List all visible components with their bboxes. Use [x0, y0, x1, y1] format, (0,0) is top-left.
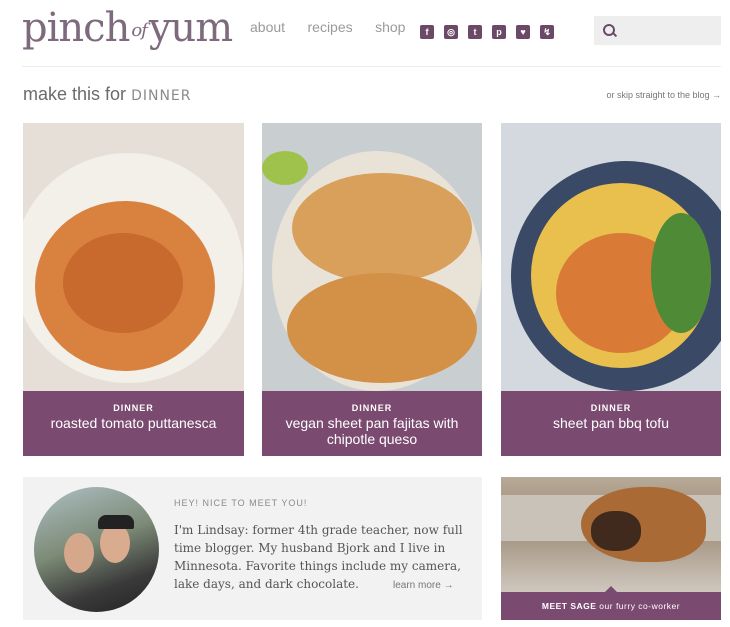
dog [581, 487, 706, 562]
logo-text-of: of [131, 20, 147, 41]
sage-photo [501, 477, 721, 592]
section-title-category[interactable]: DINNER [131, 88, 191, 104]
sage-caption-bold: MEET SAGE [541, 601, 597, 611]
nav-item-about[interactable]: about [250, 19, 285, 35]
recipe-name: roasted tomato puttanesca [50, 415, 217, 431]
recipe-photo-puttanesca[interactable] [23, 123, 244, 391]
recipe-label[interactable]: DINNER roasted tomato puttanesca [23, 391, 244, 456]
avatar-cap [98, 515, 134, 529]
recipe-category: DINNER [351, 403, 393, 413]
avatar-person-right [100, 523, 130, 563]
section-title: make this for DINNER [23, 84, 192, 105]
recipe-photo-bbq-tofu[interactable] [501, 123, 721, 391]
nav-item-shop[interactable]: shop [375, 19, 405, 35]
recipe-category: DINNER [590, 403, 632, 413]
recipe-card-puttanesca[interactable]: DINNER roasted tomato puttanesca [23, 123, 244, 456]
site-header: pinch ofyum about recipes shop f ◎ t p ♥ ↯ [0, 0, 730, 66]
sage-caption[interactable]: MEET SAGE our furry co-worker [501, 592, 721, 620]
recipe-label[interactable]: DINNER sheet pan bbq tofu [501, 391, 721, 456]
sage-caption-rest: our furry co-worker [596, 601, 681, 611]
recipe-card-bbq-tofu[interactable]: DINNER sheet pan bbq tofu [501, 123, 721, 456]
about-kicker: HEY! NICE TO MEET YOU! [174, 498, 308, 508]
nav-item-recipes[interactable]: recipes [308, 19, 353, 35]
search-icon[interactable] [603, 24, 615, 36]
header-divider [22, 66, 721, 67]
avatar [34, 487, 159, 612]
pinterest-icon[interactable]: p [492, 25, 506, 39]
site-logo[interactable]: pinch ofyum [22, 4, 233, 55]
search-input[interactable] [622, 20, 720, 42]
avatar-person-left [64, 533, 94, 573]
recipe-card-fajitas[interactable]: DINNER vegan sheet pan fajitas with chip… [262, 123, 482, 456]
recipe-category: DINNER [113, 403, 154, 413]
social-links: f ◎ t p ♥ ↯ [420, 22, 564, 40]
recipe-photo-fajitas[interactable] [262, 123, 482, 391]
bolt-icon[interactable]: ↯ [540, 25, 554, 39]
facebook-icon[interactable]: f [420, 25, 434, 39]
recipe-name: sheet pan bbq tofu [553, 415, 669, 431]
recipe-label[interactable]: DINNER vegan sheet pan fajitas with chip… [262, 391, 482, 456]
logo-text-yum: yum [148, 5, 233, 51]
heart-icon[interactable]: ♥ [516, 25, 530, 39]
about-box: HEY! NICE TO MEET YOU! I'm Lindsay: form… [23, 477, 482, 620]
learn-more-link[interactable]: learn more → [393, 580, 454, 591]
instagram-icon[interactable]: ◎ [444, 25, 458, 39]
section-title-prefix: make this for [23, 84, 127, 104]
main-nav: about recipes shop [250, 19, 423, 37]
logo-text-pinch: pinch [22, 5, 130, 51]
meet-sage-card[interactable]: MEET SAGE our furry co-worker [501, 477, 721, 620]
skip-to-blog-link[interactable]: or skip straight to the blog → [606, 90, 721, 100]
search-box [594, 16, 721, 45]
recipe-name: vegan sheet pan fajitas with chipotle qu… [285, 415, 459, 447]
twitter-icon[interactable]: t [468, 25, 482, 39]
